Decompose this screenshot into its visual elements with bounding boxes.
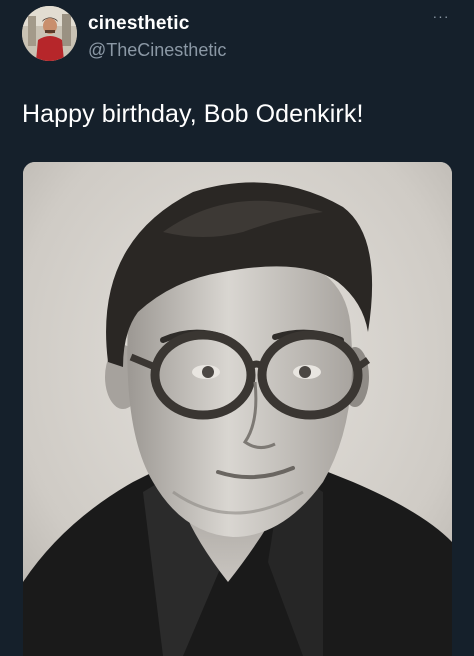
tweet-media-photo[interactable] — [23, 162, 452, 656]
avatar-image — [22, 6, 77, 61]
tweet-header: cinesthetic @TheCinesthetic ··· — [22, 6, 452, 66]
display-name[interactable]: cinesthetic — [88, 13, 189, 35]
tweet-card: cinesthetic @TheCinesthetic ··· Happy bi… — [0, 0, 474, 656]
avatar[interactable] — [22, 6, 77, 61]
tweet-text: Happy birthday, Bob Odenkirk! — [22, 100, 364, 128]
portrait-photo — [23, 162, 452, 656]
more-horizontal-icon[interactable]: ··· — [430, 8, 452, 28]
user-handle[interactable]: @TheCinesthetic — [88, 40, 226, 61]
